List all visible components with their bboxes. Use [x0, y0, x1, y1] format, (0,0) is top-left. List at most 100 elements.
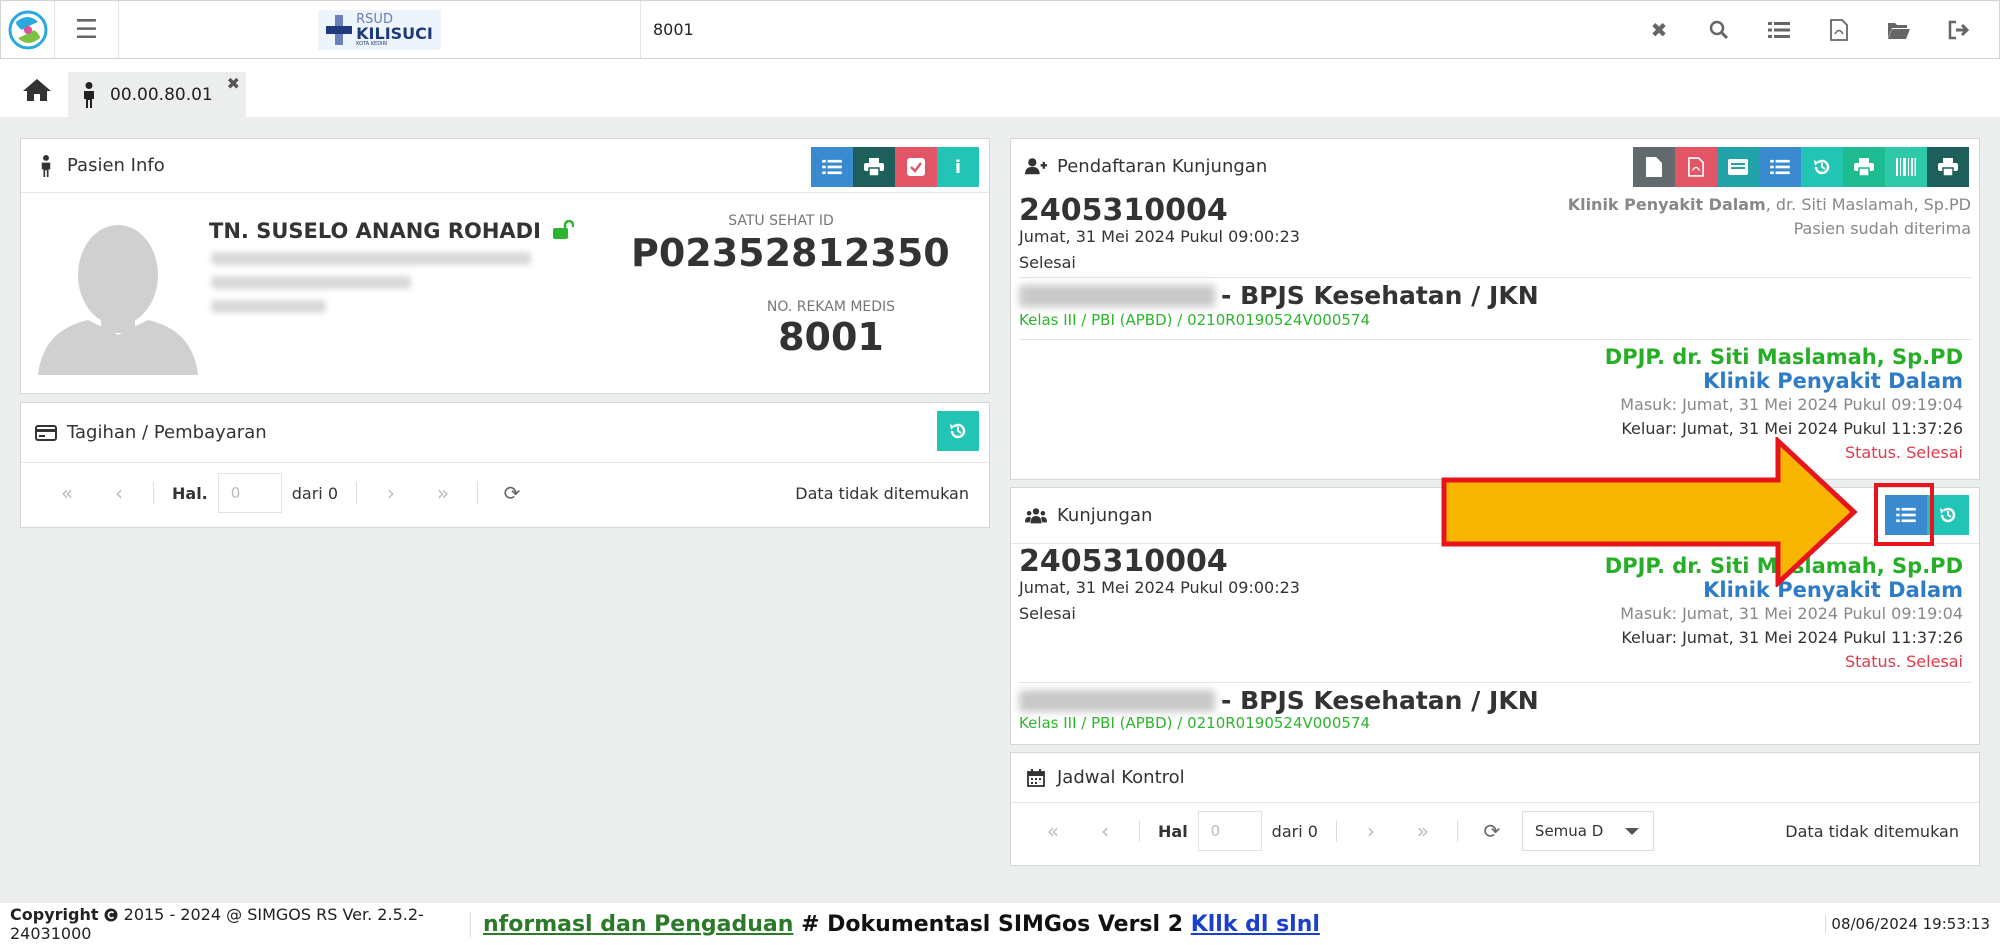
check-in-time: Masuk: Jumat, 31 Mei 2024 Pukul 09:19:04 [1620, 395, 1963, 414]
list-icon [822, 159, 842, 175]
jadwal-panel: Jadwal Kontrol « ‹ Hal 0 dari 0 › » ⟳ Se… [1010, 752, 1980, 866]
patient-name: TN. SUSELO ANANG ROHADI [209, 219, 575, 243]
pendaftaran-actions [1633, 147, 1969, 187]
jadwal-pager: « ‹ Hal 0 dari 0 › » ⟳ Semua D Data tida… [1011, 811, 1979, 851]
last-page-icon[interactable]: » [417, 481, 469, 505]
card-button[interactable] [1717, 147, 1759, 187]
pdf-button[interactable] [1675, 147, 1717, 187]
first-page-icon[interactable]: « [41, 481, 93, 505]
page-input[interactable]: 0 [1197, 811, 1262, 851]
pager-separator [1139, 820, 1140, 842]
page-of-label: dari 0 [1271, 821, 1318, 841]
annotation-arrow-icon [1441, 437, 1858, 587]
pager-separator [1335, 820, 1337, 842]
list-button[interactable] [1759, 147, 1801, 187]
brand-logo: RSUD KILISUCI KOTA KEDIRI [318, 9, 441, 50]
person-icon [35, 154, 57, 177]
insurance-name: - BPJS Kesehatan / JKN [1221, 686, 1539, 715]
insurance-info: - BPJS Kesehatan / JKN [1019, 686, 1539, 715]
first-page-icon[interactable]: « [1027, 819, 1079, 843]
refresh-icon[interactable]: ⟳ [1466, 819, 1518, 843]
prev-page-icon[interactable]: ‹ [93, 481, 145, 505]
file-icon [1646, 157, 1662, 177]
insurance-name: - BPJS Kesehatan / JKN [1221, 281, 1539, 310]
barcode-icon [1896, 158, 1916, 176]
accepted-status: Pasien sudah diterima [1793, 219, 1971, 238]
print-button[interactable] [1843, 147, 1885, 187]
registration-clinic: Klinik Penyakit Dalam, dr. Siti Maslamah… [1568, 195, 1971, 214]
barcode-button[interactable] [1885, 147, 1927, 187]
next-page-icon[interactable]: › [1345, 819, 1397, 843]
marquee-text: # Dokumentasl SIMGos Versl 2 [793, 911, 1191, 937]
next-page-icon[interactable]: › [365, 481, 417, 505]
panel-title: Tagihan / Pembayaran [67, 422, 267, 443]
tab-patient[interactable]: 00.00.80.01 ✖ [68, 72, 246, 117]
search-input[interactable]: 8001 [641, 1, 1629, 58]
patient-detail-blurred [211, 252, 531, 265]
folder-open-icon[interactable] [1869, 20, 1929, 40]
copyright-icon [104, 908, 118, 922]
copyright: Copyright 2015 - 2024 @ SIMGOS RS Ver. 2… [0, 905, 470, 943]
prev-page-icon[interactable]: ‹ [1079, 819, 1131, 843]
panel-title: Jadwal Kontrol [1057, 767, 1185, 788]
last-page-icon[interactable]: » [1397, 819, 1449, 843]
file-pdf-icon[interactable] [1809, 18, 1869, 41]
history-icon [1940, 507, 1956, 523]
history-icon [1814, 159, 1830, 175]
print-button-2[interactable] [1927, 147, 1969, 187]
pasien-info-actions: i [811, 147, 979, 187]
jadwal-header: Jadwal Kontrol [1011, 753, 1979, 803]
print-icon [864, 158, 884, 176]
unlock-icon[interactable] [552, 219, 575, 240]
insurance-number-blurred [1019, 689, 1215, 712]
history-button[interactable] [1801, 147, 1843, 187]
footer-datetime: 08/06/2024 19:53:13 [1825, 915, 2000, 933]
page-of-label: dari 0 [291, 483, 338, 503]
clinic-doctor: , dr. Siti Maslamah, Sp.PD [1765, 195, 1971, 214]
tagihan-panel: Tagihan / Pembayaran « ‹ Hal. 0 dari 0 ›… [20, 402, 990, 528]
history-icon [950, 423, 966, 439]
list-icon[interactable] [1749, 21, 1809, 39]
insurance-class: Kelas III / PBI (APBD) / 0210R0190524V00… [1019, 311, 1371, 329]
print-icon [1854, 158, 1874, 176]
click-here-link[interactable]: Kllk dl slnl [1191, 912, 1320, 937]
pasien-info-header: Pasien Info i [21, 139, 989, 193]
close-icon[interactable]: ✖ [1629, 18, 1689, 42]
app-logo[interactable] [1, 1, 55, 58]
empty-message: Data tidak ditemukan [1785, 821, 1959, 841]
pendaftaran-header: Pendaftaran Kunjungan [1011, 139, 1979, 193]
rm-value: 8001 [778, 315, 884, 359]
info-button[interactable]: i [937, 147, 979, 187]
patient-phone-blurred [211, 300, 326, 313]
clinic-name: Klinik Penyakit Dalam [1567, 195, 1766, 214]
check-button[interactable] [895, 147, 937, 187]
info-link[interactable]: nformasl dan Pengaduan [483, 912, 793, 937]
credit-card-icon [35, 424, 57, 441]
tab-close-icon[interactable]: ✖ [227, 74, 240, 93]
person-icon [84, 81, 94, 108]
list-button[interactable] [811, 147, 853, 187]
sign-out-icon[interactable] [1929, 20, 1989, 40]
refresh-icon[interactable]: ⟳ [486, 481, 538, 505]
filter-select[interactable]: Semua D [1521, 811, 1654, 851]
insurance-info: - BPJS Kesehatan / JKN [1019, 281, 1539, 310]
satu-sehat-id: P02352812350 [631, 231, 950, 275]
print-button[interactable] [853, 147, 895, 187]
registration-date: Jumat, 31 Mei 2024 Pukul 09:00:23 [1019, 227, 1300, 246]
print-icon [1938, 158, 1958, 176]
news-marquee: nformasl dan Pengaduan # Dokumentasl SIM… [470, 911, 1825, 937]
brand-cross-icon [326, 14, 353, 45]
page-input[interactable]: 0 [217, 473, 282, 513]
tab-home[interactable] [14, 75, 60, 105]
menu-toggle-button[interactable]: ☰ [55, 1, 119, 58]
filter-select-value: Semua D [1534, 822, 1604, 840]
history-button[interactable] [937, 411, 979, 451]
document-button[interactable] [1633, 147, 1675, 187]
visit-number: 2405310004 [1019, 544, 1228, 579]
visit-status: Status. Selesai [1844, 652, 1963, 671]
check-out-time: Keluar: Jumat, 31 Mei 2024 Pukul 11:37:2… [1621, 628, 1963, 647]
search-icon[interactable] [1689, 20, 1749, 40]
calendar-icon [1025, 768, 1047, 787]
tagihan-pager: « ‹ Hal. 0 dari 0 › » ⟳ Data tidak ditem… [21, 473, 989, 513]
id-card-icon [1728, 159, 1748, 175]
